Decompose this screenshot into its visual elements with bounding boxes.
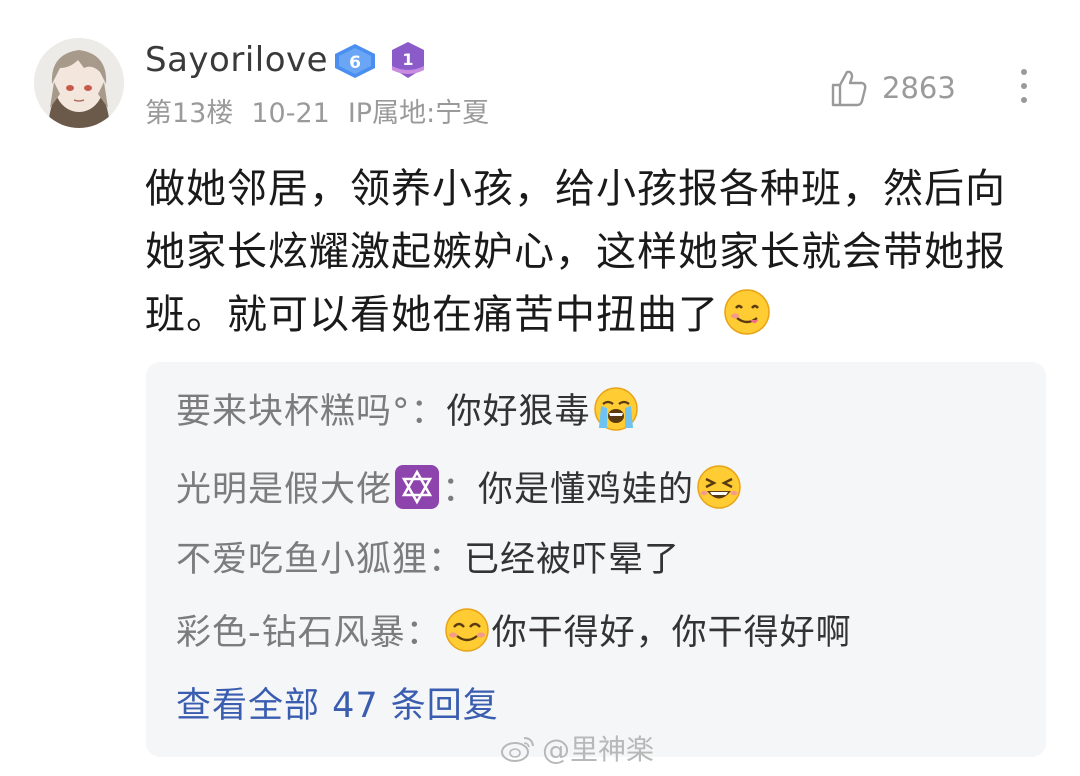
replies-panel: 要来块杯糕吗°：你好狠毒 光明是假大佬 ：你是懂鸡娃的 不爱吃鱼小狐狸：已经被吓…	[146, 362, 1046, 757]
medal-badge-icon: 1	[392, 42, 424, 78]
loudly-crying-emoji-icon	[593, 387, 638, 431]
weibo-logo-icon	[501, 737, 534, 762]
comment-date: 10-21	[251, 98, 330, 129]
like-count: 2863	[882, 71, 956, 105]
comment-meta: 第13楼 10-21 IP属地:宁夏	[145, 94, 507, 134]
reply-item[interactable]: 要来块杯糕吗°：你好狠毒	[176, 384, 641, 440]
view-all-replies-link[interactable]: 查看全部 47 条回复	[176, 678, 499, 734]
reply-author[interactable]: 光明是假大佬	[176, 470, 392, 510]
level-badge-icon: 6	[335, 44, 375, 78]
thumbs-up-icon	[831, 70, 867, 107]
reply-item[interactable]: 彩色-钻石风暴： 你干得好，你干得好啊	[176, 605, 852, 661]
reply-text: 你好狠毒	[446, 392, 591, 432]
avatar-image	[34, 38, 124, 128]
medal-number: 1	[402, 50, 413, 69]
more-options-icon[interactable]	[1012, 66, 1036, 106]
watermark: @里神楽	[500, 728, 654, 768]
level-number: 6	[349, 53, 361, 73]
reply-text: 你干得好，你干得好啊	[491, 613, 852, 653]
reply-author[interactable]: 要来块杯糕吗°：	[176, 392, 447, 432]
yum-emoji-icon	[724, 289, 770, 335]
reply-colon: ：	[442, 470, 479, 510]
reply-author[interactable]: 彩色-钻石风暴：	[176, 613, 442, 653]
like-button[interactable]: 2863	[830, 64, 956, 112]
comment-text: 做她邻居，领养小孩，给小孩报各种班，然后向她家长炫耀激起嫉妒心，这样她家长就会带…	[145, 158, 1025, 347]
laughing-emoji-icon	[697, 465, 741, 509]
avatar[interactable]	[34, 38, 124, 128]
ip-location: IP属地:宁夏	[347, 98, 490, 129]
reply-item[interactable]: 光明是假大佬 ：你是懂鸡娃的	[176, 462, 744, 518]
smiling-emoji-icon	[444, 608, 489, 652]
username[interactable]: Sayorilove	[145, 38, 328, 82]
comment-text-content: 做她邻居，领养小孩，给小孩报各种班，然后向她家长炫耀激起嫉妒心，这样她家长就会带…	[145, 166, 1006, 338]
reply-text: 已经被吓晕了	[464, 540, 681, 580]
reply-author[interactable]: 不爱吃鱼小狐狸：	[176, 540, 464, 580]
floor-number: 第13楼	[145, 98, 234, 129]
watermark-text: @里神楽	[542, 733, 655, 766]
reply-text: 你是懂鸡娃的	[478, 470, 695, 510]
star-of-david-icon	[395, 465, 440, 509]
reply-item[interactable]: 不爱吃鱼小狐狸：已经被吓晕了	[176, 532, 680, 588]
